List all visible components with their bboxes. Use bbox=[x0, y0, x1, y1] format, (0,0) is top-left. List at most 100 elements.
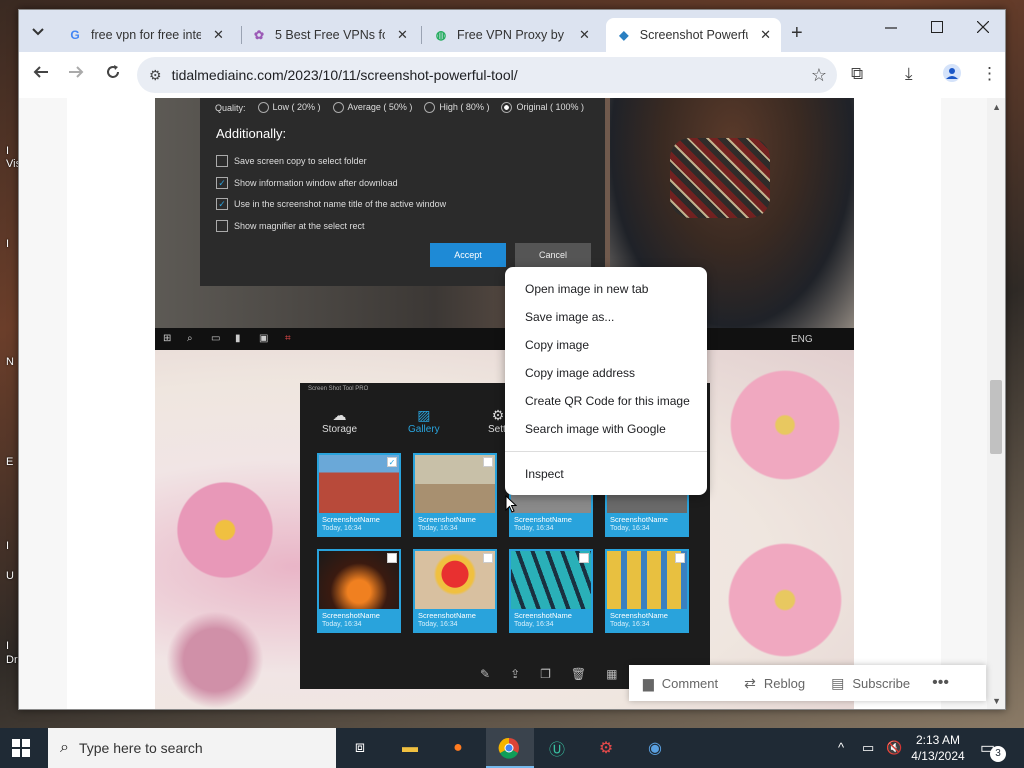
gallery-toolbar: ✎ ⇪ ❐ 🗑 ▦ ☑ bbox=[480, 667, 648, 681]
tab-screenshot-powerful[interactable]: ◆ Screenshot Powerful ✕ bbox=[606, 18, 781, 52]
minimize-icon bbox=[885, 27, 897, 29]
menu-search-image-google[interactable]: Search image with Google bbox=[505, 415, 707, 443]
taskbar-clock[interactable]: 2:13 AM 4/13/2024 bbox=[908, 732, 968, 764]
screenshot-app-icon[interactable]: ◉ bbox=[641, 734, 669, 762]
close-icon[interactable]: ✕ bbox=[397, 27, 408, 43]
option-row: Show magnifier at the select rect bbox=[216, 220, 365, 232]
store-icon: ▣ bbox=[259, 333, 269, 344]
menu-open-image-new-tab[interactable]: Open image in new tab bbox=[505, 275, 707, 303]
option-label: Show information window after download bbox=[234, 178, 398, 188]
desktop-icon-label[interactable]: I bbox=[6, 640, 9, 652]
option-row: ✓ Use in the screenshot name title of the… bbox=[216, 198, 446, 210]
close-icon[interactable]: ✕ bbox=[579, 27, 590, 43]
checkbox-icon bbox=[216, 155, 228, 167]
menu-kebab-icon[interactable]: ⋮ bbox=[981, 64, 998, 84]
radio-icon bbox=[424, 102, 436, 114]
menu-inspect[interactable]: Inspect bbox=[505, 460, 707, 488]
quality-option-label: Original ( 100% ) bbox=[516, 102, 584, 112]
profile-avatar[interactable] bbox=[943, 64, 961, 87]
desktop-icon-label[interactable]: U bbox=[6, 570, 14, 582]
thumb-name: ScreenshotName bbox=[418, 515, 476, 524]
thumb-date: Today, 16:34 bbox=[610, 525, 650, 532]
comment-icon: ▆ bbox=[643, 674, 654, 691]
desktop-icon-label[interactable]: I bbox=[6, 540, 9, 552]
close-icon[interactable]: ✕ bbox=[760, 27, 771, 43]
back-button[interactable] bbox=[33, 64, 49, 85]
desktop-icon-label[interactable]: N bbox=[6, 356, 14, 368]
share-icon: ⇪ bbox=[510, 667, 521, 681]
task-view-icon[interactable]: ⧈ bbox=[346, 734, 374, 762]
subscribe-button[interactable]: ▤ Subscribe bbox=[831, 675, 910, 692]
vpn-icon: ✿ bbox=[253, 28, 265, 42]
thumb-date: Today, 16:34 bbox=[418, 525, 458, 532]
quality-option-label: High ( 80% ) bbox=[439, 102, 490, 112]
desktop-icon-label[interactable]: I bbox=[6, 145, 9, 157]
tray-overflow-icon[interactable]: ^ bbox=[838, 740, 844, 755]
thumb-date: Today, 16:34 bbox=[610, 621, 650, 628]
gallery-thumb: ScreenshotName Today, 16:34 bbox=[413, 453, 497, 537]
menu-copy-image-address[interactable]: Copy image address bbox=[505, 359, 707, 387]
file-explorer-icon[interactable]: ▬ bbox=[396, 734, 424, 762]
lang-indicator: ENG bbox=[791, 334, 813, 345]
taskbar-search-box[interactable]: ⌕ Type here to search bbox=[48, 728, 336, 768]
extensions-icon[interactable]: ⧉ bbox=[851, 64, 863, 84]
tab-search-button[interactable] bbox=[25, 19, 51, 45]
vpn-app-icon[interactable]: ⚙ bbox=[592, 734, 620, 762]
scroll-up-icon[interactable]: ▲ bbox=[992, 102, 1001, 112]
scroll-down-icon[interactable]: ▼ bbox=[992, 696, 1001, 706]
chrome-icon[interactable] bbox=[495, 734, 523, 762]
flower-decoration bbox=[155, 610, 275, 709]
tab-strip: G free vpn for free inte ✕ ✿ 5 Best Free… bbox=[19, 10, 1005, 52]
context-menu: Open image in new tab Save image as... C… bbox=[505, 267, 707, 495]
taskview-icon: ▭ bbox=[211, 333, 221, 344]
network-icon[interactable]: ▭ bbox=[862, 740, 874, 756]
windows-start-icon[interactable] bbox=[12, 739, 30, 757]
flower-decoration bbox=[715, 540, 855, 660]
tab-best-free-vpns[interactable]: ✿ 5 Best Free VPNs for ✕ bbox=[241, 18, 418, 52]
firefox-icon[interactable]: ● bbox=[444, 734, 472, 762]
url-text[interactable]: tidalmediainc.com/2023/10/11/screenshot-… bbox=[172, 67, 518, 83]
app-u-icon[interactable]: Ⓤ bbox=[543, 734, 571, 762]
flower-decoration bbox=[165, 480, 285, 580]
thumb-name: ScreenshotName bbox=[514, 611, 572, 620]
new-tab-button[interactable]: + bbox=[791, 22, 803, 45]
close-icon[interactable]: ✕ bbox=[213, 27, 224, 43]
more-options-button[interactable]: ••• bbox=[932, 674, 949, 692]
desktop-icon-label[interactable]: I bbox=[6, 238, 9, 250]
volume-muted-icon[interactable]: 🔇 bbox=[886, 740, 902, 756]
thumb-date: Today, 16:34 bbox=[322, 621, 362, 628]
address-bar[interactable]: ⚙ tidalmediainc.com/2023/10/11/screensho… bbox=[137, 57, 837, 93]
tab-free-vpn-proxy[interactable]: ◍ Free VPN Proxy by H ✕ bbox=[423, 18, 600, 52]
page-scrollbar[interactable]: ▲ ▼ bbox=[987, 98, 1005, 709]
download-icon[interactable]: ⤓ bbox=[905, 64, 913, 84]
option-row: ✓ Show information window after download bbox=[216, 177, 398, 189]
browser-toolbar: ⚙ tidalmediainc.com/2023/10/11/screensho… bbox=[19, 52, 1005, 98]
reblog-button[interactable]: ⇄ Reblog bbox=[744, 675, 805, 692]
reload-button[interactable] bbox=[105, 64, 121, 85]
checkbox-checked-icon: ✓ bbox=[216, 177, 228, 189]
bookmark-star-icon[interactable]: ☆ bbox=[811, 65, 827, 86]
minimize-button[interactable] bbox=[885, 20, 897, 38]
tab-free-vpn-search[interactable]: G free vpn for free inte ✕ bbox=[57, 18, 234, 52]
site-info-icon[interactable]: ⚙ bbox=[149, 67, 162, 84]
web-page: Quality: Low ( 20% ) Average ( 50% ) Hig… bbox=[19, 98, 989, 709]
menu-copy-image[interactable]: Copy image bbox=[505, 331, 707, 359]
menu-save-image-as[interactable]: Save image as... bbox=[505, 303, 707, 331]
checkbox-icon bbox=[216, 220, 228, 232]
chevron-down-icon bbox=[32, 28, 44, 36]
tab-title: 5 Best Free VPNs for bbox=[275, 28, 385, 42]
maximize-button[interactable] bbox=[931, 20, 943, 38]
tab-title: Free VPN Proxy by H bbox=[457, 28, 567, 42]
additionally-heading: Additionally: bbox=[216, 126, 287, 141]
checkbox-icon bbox=[387, 553, 397, 563]
forward-button[interactable] bbox=[68, 64, 84, 85]
comment-button[interactable]: ▆ Comment bbox=[643, 675, 718, 692]
comment-label: Comment bbox=[661, 675, 719, 691]
close-window-button[interactable] bbox=[976, 20, 990, 38]
accept-button-image: Accept bbox=[430, 243, 506, 267]
desktop-icon-label[interactable]: E bbox=[6, 456, 13, 468]
close-icon bbox=[976, 20, 990, 34]
scrollbar-thumb[interactable] bbox=[990, 380, 1002, 454]
cancel-button-image: Cancel bbox=[515, 243, 591, 267]
menu-create-qr-code[interactable]: Create QR Code for this image bbox=[505, 387, 707, 415]
